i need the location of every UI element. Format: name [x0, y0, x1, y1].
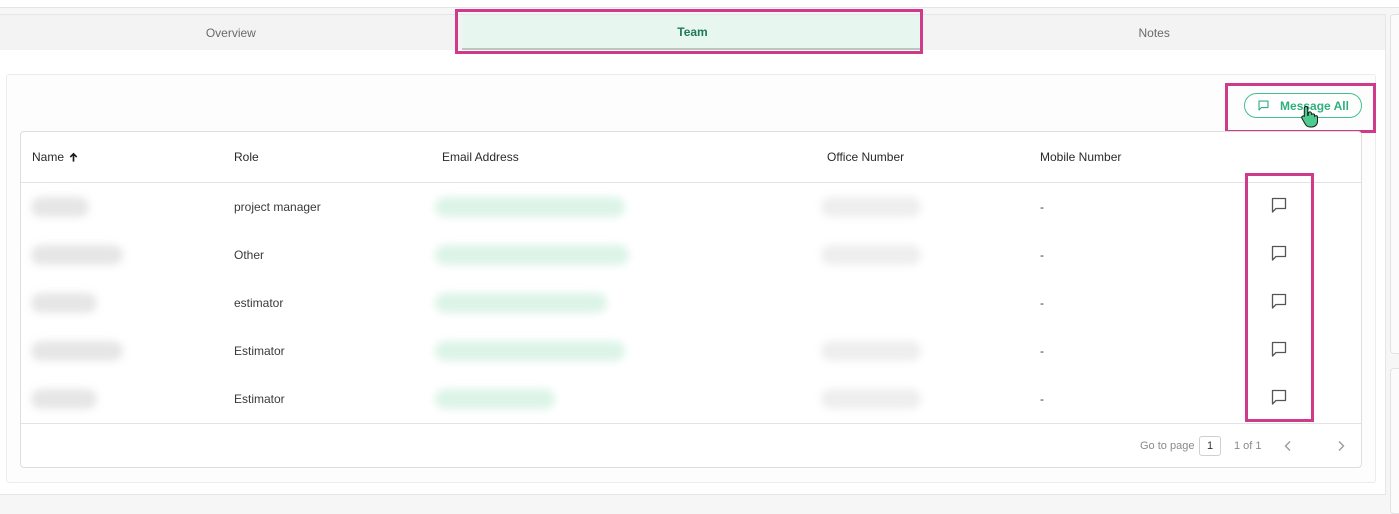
redacted-office-number — [821, 245, 921, 265]
role-cell: project manager — [234, 200, 321, 214]
table-pagination: Go to page 1 1 of 1 — [21, 423, 1361, 468]
redacted-email — [435, 293, 607, 313]
role-cell: Estimator — [234, 344, 285, 358]
message-icon[interactable] — [1270, 388, 1288, 406]
chevron-right-icon[interactable] — [1332, 437, 1350, 455]
side-panel-edge-lower — [1390, 368, 1399, 514]
tab-team[interactable]: Team — [461, 15, 924, 50]
column-header-name-label: Name — [32, 150, 65, 164]
page-number-input[interactable]: 1 — [1199, 436, 1221, 456]
message-all-button[interactable]: Message All — [1244, 93, 1362, 118]
side-panel-edge — [1390, 14, 1399, 354]
table-row: Estimator - — [21, 375, 1361, 423]
redacted-email — [435, 341, 625, 361]
redacted-email — [435, 245, 629, 265]
column-header-office[interactable]: Office Number — [827, 150, 904, 164]
role-cell: Other — [234, 248, 265, 262]
column-header-mobile[interactable]: Mobile Number — [1040, 150, 1121, 164]
column-header-email-label: Email Address — [442, 150, 519, 164]
redacted-email — [435, 197, 625, 217]
message-icon[interactable] — [1270, 196, 1288, 214]
mobile-cell: - — [1040, 344, 1044, 358]
redacted-office-number — [821, 341, 921, 361]
table-header: Name Role Email Address Office Number Mo… — [21, 132, 1361, 183]
tab-notes[interactable]: Notes — [923, 15, 1385, 50]
table-row: Estimator - — [21, 327, 1361, 375]
table-row: estimator - — [21, 279, 1361, 327]
message-icon[interactable] — [1270, 244, 1288, 262]
column-header-name[interactable]: Name — [32, 150, 79, 164]
team-table: Name Role Email Address Office Number Mo… — [20, 131, 1362, 468]
redacted-email — [435, 389, 555, 409]
chat-bubble-icon — [1258, 100, 1269, 111]
role-cell: Estimator — [234, 392, 285, 406]
mobile-cell: - — [1040, 296, 1044, 310]
tab-overview[interactable]: Overview — [0, 15, 462, 50]
redacted-name — [31, 293, 97, 313]
tab-bar: Overview Team Notes — [0, 15, 1385, 50]
redacted-name — [31, 245, 123, 265]
column-header-role[interactable]: Role — [234, 150, 259, 164]
page-count: 1 of 1 — [1234, 440, 1262, 452]
column-header-email[interactable]: Email Address — [442, 150, 519, 164]
top-strip — [0, 0, 1399, 8]
table-row: Other - — [21, 231, 1361, 279]
message-icon[interactable] — [1270, 340, 1288, 358]
mobile-cell: - — [1040, 248, 1044, 262]
message-icon[interactable] — [1270, 292, 1288, 310]
mobile-cell: - — [1040, 200, 1044, 214]
message-all-label: Message All — [1280, 98, 1349, 113]
redacted-office-number — [821, 197, 921, 217]
arrow-up-icon — [69, 152, 78, 162]
go-to-page-label: Go to page — [1140, 440, 1195, 452]
column-header-mobile-label: Mobile Number — [1040, 150, 1122, 164]
mobile-cell: - — [1040, 392, 1044, 406]
role-cell: estimator — [234, 296, 284, 310]
redacted-name — [31, 389, 97, 409]
table-row: project manager - — [21, 183, 1361, 231]
redacted-name — [31, 197, 89, 217]
redacted-office-number — [821, 389, 921, 409]
column-header-role-label: Role — [234, 150, 259, 164]
column-header-office-label: Office Number — [827, 150, 905, 164]
redacted-name — [31, 341, 123, 361]
chevron-left-icon[interactable] — [1279, 437, 1297, 455]
